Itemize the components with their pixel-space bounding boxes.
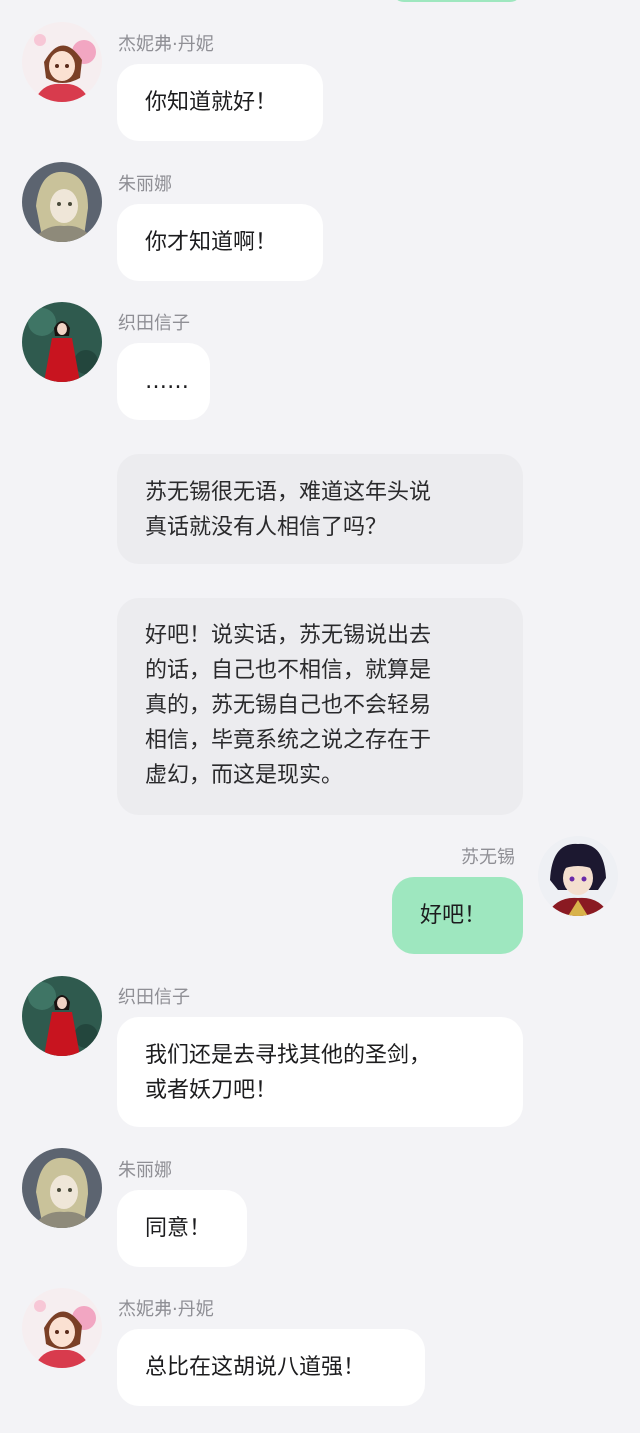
blonde-woman-avatar-icon[interactable] (22, 162, 102, 242)
girl-flowers-avatar-icon[interactable] (22, 1288, 102, 1368)
message-bubble[interactable]: 你才知道啊！ (117, 204, 323, 281)
narration-bubble: 苏无锡很无语，难道这年头说 真话就没有人相信了吗？ (117, 454, 523, 564)
dark-hair-boy-avatar-icon[interactable] (538, 836, 618, 916)
sender-name: 织田信子 (118, 987, 190, 1008)
message-bubble[interactable]: 你知道就好！ (117, 64, 323, 141)
girl-flowers-avatar-icon[interactable] (22, 22, 102, 102)
sender-name: 朱丽娜 (118, 1160, 172, 1181)
chat-thread[interactable]: 杰妮弗·丹妮 你知道就好！ 朱丽娜 你才知道啊！ 织田信子 …… 苏无锡很无语，… (0, 0, 640, 1433)
sender-name: 织田信子 (118, 313, 190, 334)
sender-name: 杰妮弗·丹妮 (118, 1299, 214, 1320)
message-bubble[interactable]: …… (117, 343, 210, 420)
woman-red-dress-avatar-icon[interactable] (22, 302, 102, 382)
woman-red-dress-avatar-icon[interactable] (22, 976, 102, 1056)
blonde-woman-avatar-icon[interactable] (22, 1148, 102, 1228)
my-message-bubble[interactable]: 好吧！ (392, 877, 523, 954)
sender-name: 杰妮弗·丹妮 (118, 34, 214, 55)
narration-bubble: 好吧！说实话，苏无锡说出去 的话，自己也不相信，就算是 真的，苏无锡自己也不会轻… (117, 598, 523, 815)
message-bubble[interactable]: 同意！ (117, 1190, 247, 1267)
previous-message-bubble-edge (392, 0, 522, 2)
sender-name: 苏无锡 (461, 847, 515, 868)
message-bubble[interactable]: 我们还是去寻找其他的圣剑， 或者妖刀吧！ (117, 1017, 523, 1127)
sender-name: 朱丽娜 (118, 174, 172, 195)
message-bubble[interactable]: 总比在这胡说八道强！ (117, 1329, 425, 1406)
